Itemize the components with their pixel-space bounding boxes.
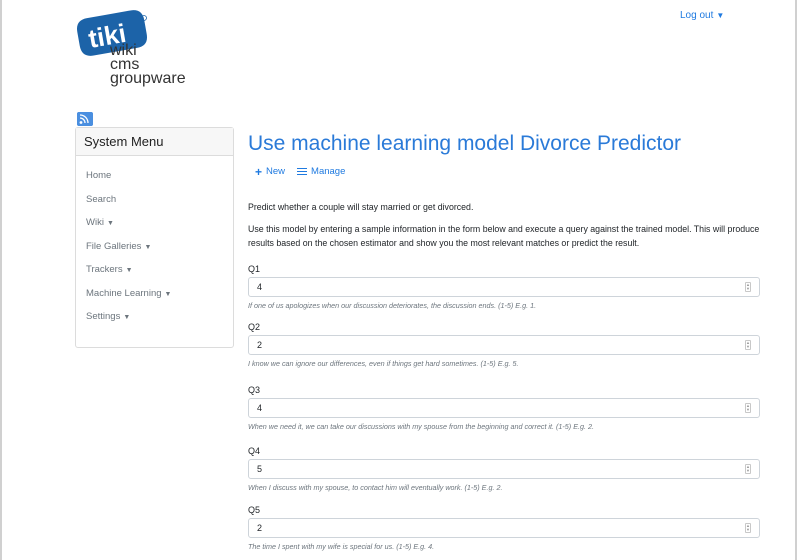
number-input[interactable]: 4 ▲ ▼ bbox=[248, 398, 760, 418]
spinner-icon[interactable]: ▲ ▼ bbox=[745, 340, 751, 350]
chevron-down-icon: ▼ bbox=[106, 220, 114, 227]
spinner-icon[interactable]: ▲ ▼ bbox=[745, 523, 751, 533]
rss-icon[interactable] bbox=[77, 112, 93, 126]
field-help-text: When I discuss with my spouse, to contac… bbox=[248, 483, 503, 492]
input-value: 2 bbox=[257, 340, 263, 350]
number-input[interactable]: 5 ▲ ▼ bbox=[248, 459, 760, 479]
sidebar-item-label: Settings bbox=[86, 311, 121, 322]
system-menu: System Menu Home Search Wiki ▼ File Galle… bbox=[75, 127, 234, 348]
input-value: 2 bbox=[257, 523, 263, 533]
spinner-icon[interactable]: ▲ ▼ bbox=[745, 403, 751, 413]
sidebar-item-label: Trackers bbox=[86, 264, 123, 275]
logo-text: wiki cms groupware bbox=[110, 43, 186, 87]
list-icon bbox=[297, 167, 308, 176]
logo-word-3: groupware bbox=[110, 70, 186, 87]
chevron-down-icon: ▼ bbox=[716, 11, 725, 20]
field-label: Q5 bbox=[248, 505, 261, 515]
form-field-q3: Q3 4 ▲ ▼ When we need it, we can take our … bbox=[248, 385, 760, 431]
page-border-left bbox=[0, 0, 2, 560]
usage-description: Use this model by entering a sample info… bbox=[248, 224, 760, 248]
number-input[interactable]: 4 ▲ ▼ bbox=[248, 277, 760, 297]
system-menu-title: System Menu bbox=[76, 128, 233, 156]
form-field-q1: Q1 4 ▲ ▼ If one of us apologizes when our … bbox=[248, 264, 760, 310]
field-help-text: I know we can ignore our differences, ev… bbox=[248, 359, 519, 368]
manage-button[interactable]: Manage bbox=[297, 166, 345, 177]
sidebar-item-label: Search bbox=[86, 193, 117, 205]
spinner-icon[interactable]: ▲ ▼ bbox=[745, 464, 751, 474]
logout-button[interactable]: Log out ▼ bbox=[680, 10, 724, 21]
manage-label: Manage bbox=[311, 166, 346, 177]
sidebar-item-search[interactable]: Search bbox=[76, 193, 233, 217]
sidebar-item-wiki[interactable]: Wiki ▼ bbox=[76, 216, 233, 240]
input-value: 5 bbox=[257, 464, 263, 474]
field-help-text: The time I spent with my wife is special… bbox=[248, 542, 435, 551]
sidebar-item-label: Home bbox=[86, 170, 112, 181]
new-label: New bbox=[266, 166, 286, 177]
sidebar-item-settings[interactable]: Settings ▼ bbox=[76, 310, 233, 334]
sidebar-item-home[interactable]: Home bbox=[76, 169, 233, 193]
sidebar-item-label: Machine Learning bbox=[86, 287, 162, 299]
chevron-down-icon: ▼ bbox=[125, 267, 133, 274]
field-help-text: If one of us apologizes when our discuss… bbox=[248, 301, 537, 310]
field-label: Q4 bbox=[248, 446, 261, 456]
field-help-text: When we need it, we can take our discuss… bbox=[248, 422, 594, 431]
page-title: Use machine learning model Divorce Predi… bbox=[248, 132, 682, 155]
system-menu-list: Home Search Wiki ▼ File Galleries ▼ Tracke… bbox=[76, 156, 233, 334]
form-field-q4: Q4 5 ▲ ▼ When I discuss with my spouse, to… bbox=[248, 446, 760, 492]
form-field-q5: Q5 2 ▲ ▼ The time I spent with my wife is … bbox=[248, 505, 760, 551]
input-value: 4 bbox=[257, 403, 263, 413]
sidebar-item-file-galleries[interactable]: File Galleries ▼ bbox=[76, 240, 233, 264]
field-label: Q3 bbox=[248, 385, 261, 395]
new-button[interactable]: + New bbox=[255, 164, 286, 179]
action-bar: + New Manage bbox=[255, 164, 345, 179]
spinner-icon[interactable]: ▲ ▼ bbox=[745, 282, 751, 292]
sidebar-item-label: Wiki bbox=[86, 217, 104, 228]
form-field-q2: Q2 2 ▲ ▼ I know we can ignore our differen… bbox=[248, 322, 760, 368]
sidebar-item-machine-learning[interactable]: Machine Learning ▼ bbox=[76, 287, 233, 311]
logout-label: Log out bbox=[680, 10, 714, 21]
chevron-down-icon: ▼ bbox=[123, 314, 131, 321]
model-description: Predict whether a couple will stay marri… bbox=[248, 202, 474, 212]
input-value: 4 bbox=[257, 282, 263, 292]
chevron-down-icon: ▼ bbox=[164, 290, 172, 298]
field-label: Q2 bbox=[248, 322, 261, 332]
field-label: Q1 bbox=[248, 264, 261, 274]
sidebar-item-label: File Galleries bbox=[86, 240, 142, 252]
number-input[interactable]: 2 ▲ ▼ bbox=[248, 335, 760, 355]
plus-icon: + bbox=[255, 164, 263, 179]
chevron-down-icon: ▼ bbox=[144, 243, 152, 251]
sidebar-item-trackers[interactable]: Trackers ▼ bbox=[76, 263, 233, 287]
number-input[interactable]: 2 ▲ ▼ bbox=[248, 518, 760, 538]
